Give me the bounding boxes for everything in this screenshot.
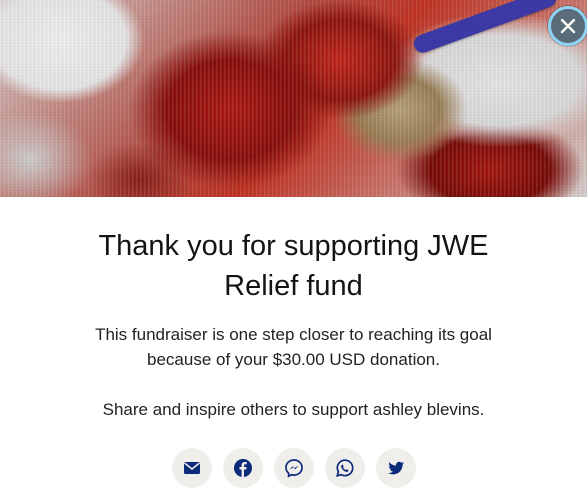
share-twitter-button[interactable] <box>375 448 416 488</box>
close-icon <box>560 18 576 34</box>
fundraiser-hero-image <box>0 0 587 197</box>
close-button[interactable] <box>548 6 587 46</box>
whatsapp-icon <box>335 459 354 478</box>
share-whatsapp-button[interactable] <box>324 448 365 488</box>
thank-you-title: Thank you for supporting JWE Relief fund <box>98 230 489 302</box>
share-facebook-button[interactable] <box>222 448 263 488</box>
share-email-button[interactable] <box>171 448 212 488</box>
messenger-icon <box>284 459 303 478</box>
twitter-icon <box>387 461 404 475</box>
donation-message: This fundraiser is one step closer to re… <box>95 325 492 369</box>
hero-image-detail <box>411 0 559 56</box>
mail-icon <box>183 462 200 474</box>
facebook-icon <box>233 459 252 477</box>
share-buttons <box>0 448 587 488</box>
share-prompt: Share and inspire others to support ashl… <box>102 400 485 419</box>
share-messenger-button[interactable] <box>273 448 314 488</box>
